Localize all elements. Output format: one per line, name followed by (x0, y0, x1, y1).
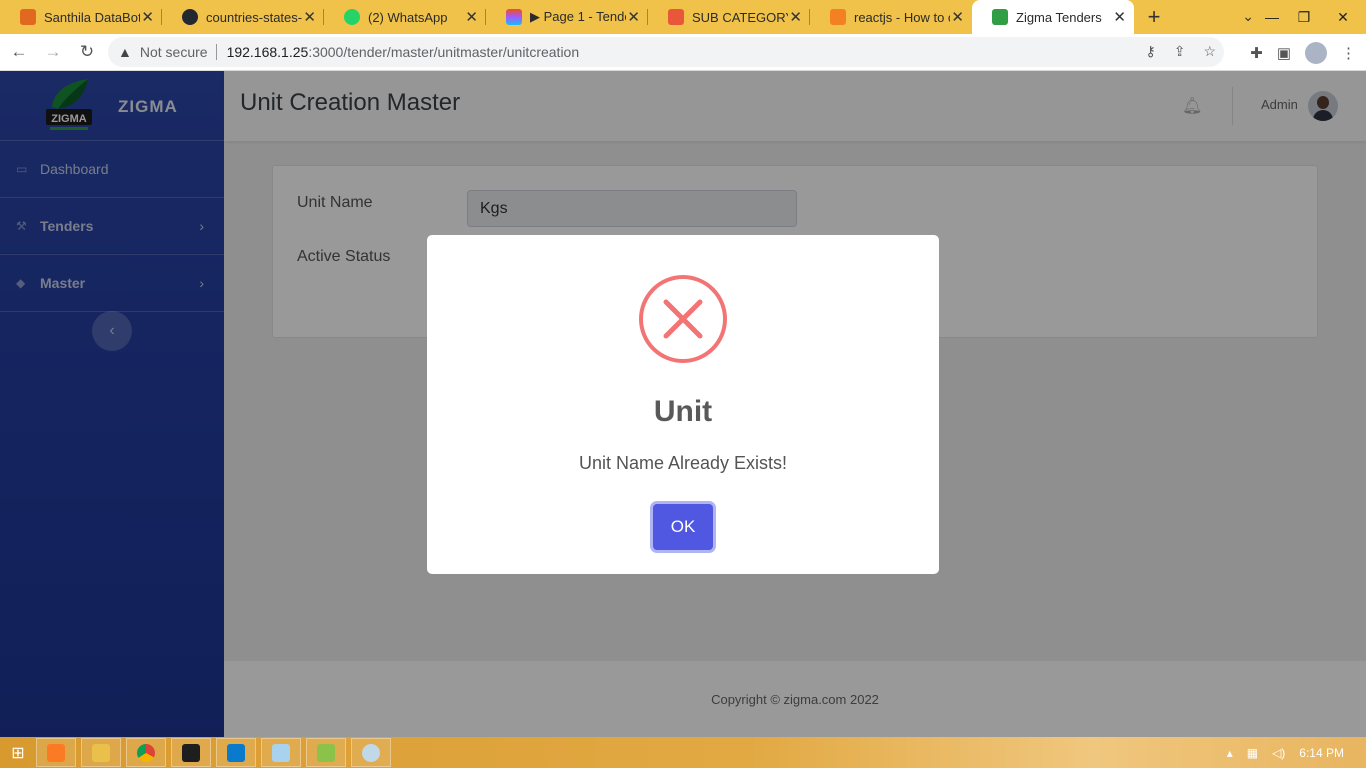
tab-close-icon[interactable]: ✕ (789, 8, 802, 26)
tab-label: ▶ Page 1 - Tender (530, 9, 626, 24)
tab-label: Santhila DataBot P (44, 9, 140, 25)
menu-kebab-icon[interactable]: ⋮ (1341, 44, 1356, 62)
minimize-icon[interactable]: — (1256, 0, 1288, 34)
not-secure-label: Not secure (139, 44, 208, 60)
omnibox[interactable]: ▲ Not secure 192.168.1.25:3000/tender/ma… (108, 37, 1224, 67)
url-host: 192.168.1.25 (226, 44, 309, 60)
xampp-icon (668, 9, 684, 25)
tab-label: Zigma Tenders (1016, 9, 1102, 25)
taskbar-file-explorer-icon[interactable] (81, 738, 121, 767)
whatsapp-icon (344, 9, 360, 25)
dialog-message: Unit Name Already Exists! (578, 453, 788, 473)
new-tab-button[interactable]: + (1134, 0, 1174, 34)
taskbar-chrome-icon[interactable] (126, 738, 166, 767)
warning-icon: ▲ (118, 44, 132, 60)
profile-icon[interactable] (1305, 42, 1327, 64)
taskbar-paint-icon[interactable] (351, 738, 391, 767)
tray-expand-icon[interactable]: ▴ (1227, 746, 1233, 760)
tab-label: (2) WhatsApp (368, 9, 448, 25)
tab-label: countries-states-ci (206, 9, 302, 25)
side-panel-icon[interactable]: ▣ (1277, 44, 1291, 62)
url-path: :3000/tender/master/unitmaster/unitcreat… (308, 44, 580, 60)
tab-label: SUB CATEGORY (692, 9, 788, 25)
browser-tab-strip: Santhila DataBot P ✕ countries-states-ci… (0, 0, 1366, 34)
address-bar: ← → ↻ ▲ Not secure 192.168.1.25:3000/ten… (0, 34, 1366, 71)
error-dialog: Unit Unit Name Already Exists! OK (427, 235, 939, 574)
browser-tab-santhila[interactable]: Santhila DataBot P ✕ (0, 0, 162, 34)
github-icon (182, 9, 198, 25)
tab-close-icon[interactable]: ✕ (1113, 8, 1126, 26)
taskbar-cmd-icon[interactable] (171, 738, 211, 767)
taskbar-notepadpp-icon[interactable] (306, 738, 346, 767)
taskbar-vscode-icon[interactable] (216, 738, 256, 767)
restore-icon[interactable]: ❐ (1288, 0, 1320, 34)
stackoverflow-icon (830, 9, 846, 25)
figma-icon (506, 9, 522, 25)
reload-icon[interactable]: ↻ (72, 37, 102, 67)
bookmark-star-icon[interactable]: ☆ (1203, 43, 1216, 60)
forward-icon[interactable]: → (38, 37, 68, 67)
browser-tab-zigma[interactable]: Zigma Tenders ✕ (972, 0, 1134, 34)
browser-tab-stackoverflow[interactable]: reactjs - How to cl ✕ (810, 0, 972, 34)
tab-search-icon[interactable]: ⌄ (1242, 8, 1254, 25)
volume-icon[interactable]: ◁) (1272, 746, 1285, 760)
share-icon[interactable]: ⇪ (1174, 43, 1186, 60)
tab-close-icon[interactable]: ✕ (303, 8, 316, 26)
zigma-favicon-icon (992, 9, 1008, 25)
ok-button[interactable]: OK (653, 504, 713, 550)
clock[interactable]: 6:14 PM (1299, 746, 1344, 760)
taskbar-notepad-icon[interactable] (261, 738, 301, 767)
browser-tab-whatsapp[interactable]: (2) WhatsApp ✕ (324, 0, 486, 34)
browser-toolbar-icons: ✚ ▣ ⋮ (1250, 42, 1356, 64)
windows-start-icon[interactable]: ⊞ (0, 737, 36, 768)
window-controls: — ❐ ✕ (1256, 0, 1366, 34)
taskbar-xampp-icon[interactable] (36, 738, 76, 767)
tab-close-icon[interactable]: ✕ (627, 8, 640, 26)
tab-close-icon[interactable]: ✕ (951, 8, 964, 26)
windows-taskbar: ⊞ ▴ ▦ ◁) 6:14 PM (0, 737, 1366, 768)
network-icon[interactable]: ▦ (1247, 746, 1258, 760)
browser-tab-subcategory[interactable]: SUB CATEGORY ✕ (648, 0, 810, 34)
tab-close-icon[interactable]: ✕ (141, 8, 154, 26)
tab-close-icon[interactable]: ✕ (465, 8, 478, 26)
dialog-title: Unit (653, 395, 713, 428)
key-icon[interactable]: ⚷ (1145, 43, 1155, 60)
back-icon[interactable]: ← (4, 37, 34, 67)
error-x-icon (639, 275, 727, 363)
browser-tab-figma[interactable]: ▶ Page 1 - Tender ✕ (486, 0, 648, 34)
system-tray: ▴ ▦ ◁) 6:14 PM (1227, 737, 1366, 768)
tab-label: reactjs - How to cl (854, 9, 950, 25)
close-window-icon[interactable]: ✕ (1320, 0, 1366, 34)
tab-favicon-icon (20, 9, 36, 25)
browser-tab-github[interactable]: countries-states-ci ✕ (162, 0, 324, 34)
extensions-icon[interactable]: ✚ (1250, 44, 1263, 62)
